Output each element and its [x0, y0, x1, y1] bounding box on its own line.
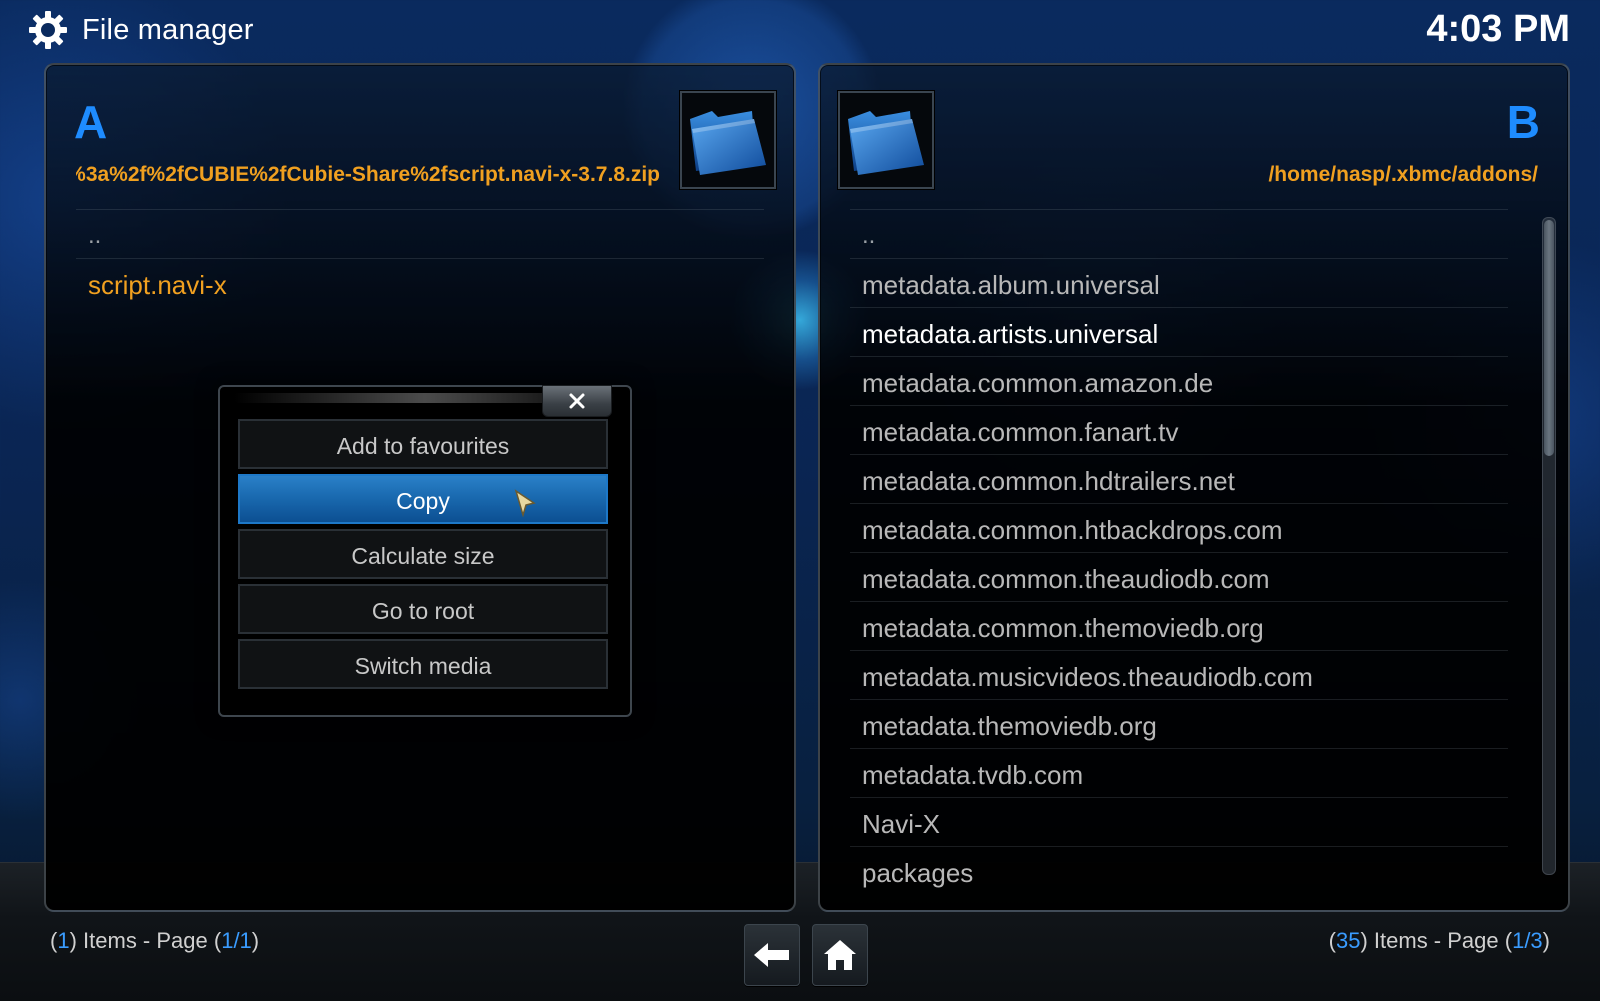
clock: 4:03 PM	[1426, 8, 1570, 50]
menu-item-switch-media[interactable]: Switch media	[238, 639, 608, 689]
panel-a-path: rar://smb%3a%2f%2fCUBIE%2fCubie-Share%2f…	[76, 163, 660, 186]
panel-a-letter: A	[74, 96, 108, 148]
panel-a-file-list[interactable]: .. script.navi-x	[76, 209, 764, 307]
home-button[interactable]	[812, 924, 868, 986]
panel-b-items-word: Items - Page	[1373, 928, 1499, 953]
gear-icon	[29, 11, 67, 49]
panel-b-thumb	[838, 91, 934, 189]
list-item[interactable]: metadata.tvdb.com	[850, 748, 1508, 797]
close-button[interactable]	[542, 385, 612, 417]
list-item-focused[interactable]: metadata.artists.universal	[850, 307, 1508, 356]
list-item[interactable]: metadata.common.theaudiodb.com	[850, 552, 1508, 601]
close-icon	[569, 393, 585, 409]
panel-a-thumb	[680, 91, 776, 189]
panel-a-items-word: Items - Page	[83, 928, 208, 953]
list-item[interactable]: metadata.common.htbackdrops.com	[850, 503, 1508, 552]
title-area: File manager	[28, 10, 254, 50]
panel-b-scrollbar[interactable]	[1542, 217, 1556, 875]
back-arrow-icon	[754, 943, 789, 967]
list-item[interactable]: metadata.common.themoviedb.org	[850, 601, 1508, 650]
folder-icon	[848, 111, 924, 175]
panel-b-scroll-thumb[interactable]	[1544, 220, 1554, 456]
list-item[interactable]: metadata.common.fanart.tv	[850, 405, 1508, 454]
list-item-parent[interactable]: ..	[850, 209, 1508, 258]
panel-b-file-list[interactable]: .. metadata.album.universal metadata.art…	[850, 209, 1508, 895]
menu-item-copy[interactable]: Copy	[238, 474, 608, 524]
list-item-script-navi-x[interactable]: script.navi-x	[76, 258, 764, 307]
folder-icon	[690, 111, 766, 175]
panel-a-item-count: (1) Items - Page (1/1)	[50, 928, 260, 953]
menu-item-go-to-root[interactable]: Go to root	[238, 584, 608, 634]
panel-b-path: /home/nasp/.xbmc/addons/	[1268, 163, 1538, 186]
list-item[interactable]: metadata.themoviedb.org	[850, 699, 1508, 748]
list-item[interactable]: Navi-X	[850, 797, 1508, 846]
back-button[interactable]	[744, 924, 800, 986]
menu-item-add-to-favourites[interactable]: Add to favourites	[238, 419, 608, 469]
list-item[interactable]: metadata.album.universal	[850, 258, 1508, 307]
list-item[interactable]: metadata.musicvideos.theaudiodb.com	[850, 650, 1508, 699]
mouse-cursor-icon	[514, 489, 536, 517]
list-item[interactable]: metadata.common.amazon.de	[850, 356, 1508, 405]
panel-b[interactable]: B /home/nasp/.xbmc/addons/ .. metadata.a…	[818, 63, 1570, 912]
panel-a-count: 1	[57, 928, 70, 953]
page-title: File manager	[82, 13, 254, 46]
list-item[interactable]: packages	[850, 846, 1508, 895]
context-menu-dialog[interactable]: Add to favourites Copy Calculate size Go…	[218, 385, 632, 717]
list-item-parent[interactable]: ..	[76, 209, 764, 258]
top-bar: File manager 4:03 PM	[0, 0, 1600, 60]
panel-a-page: 1/1	[221, 928, 252, 953]
panel-b-count: 35	[1335, 928, 1361, 953]
panel-b-page: 1/3	[1512, 928, 1543, 953]
panel-b-letter: B	[1506, 96, 1540, 148]
menu-item-calculate-size[interactable]: Calculate size	[238, 529, 608, 579]
panel-b-item-count: (35) Items - Page (1/3)	[1328, 928, 1550, 953]
home-icon	[824, 940, 856, 970]
list-item[interactable]: metadata.common.hdtrailers.net	[850, 454, 1508, 503]
